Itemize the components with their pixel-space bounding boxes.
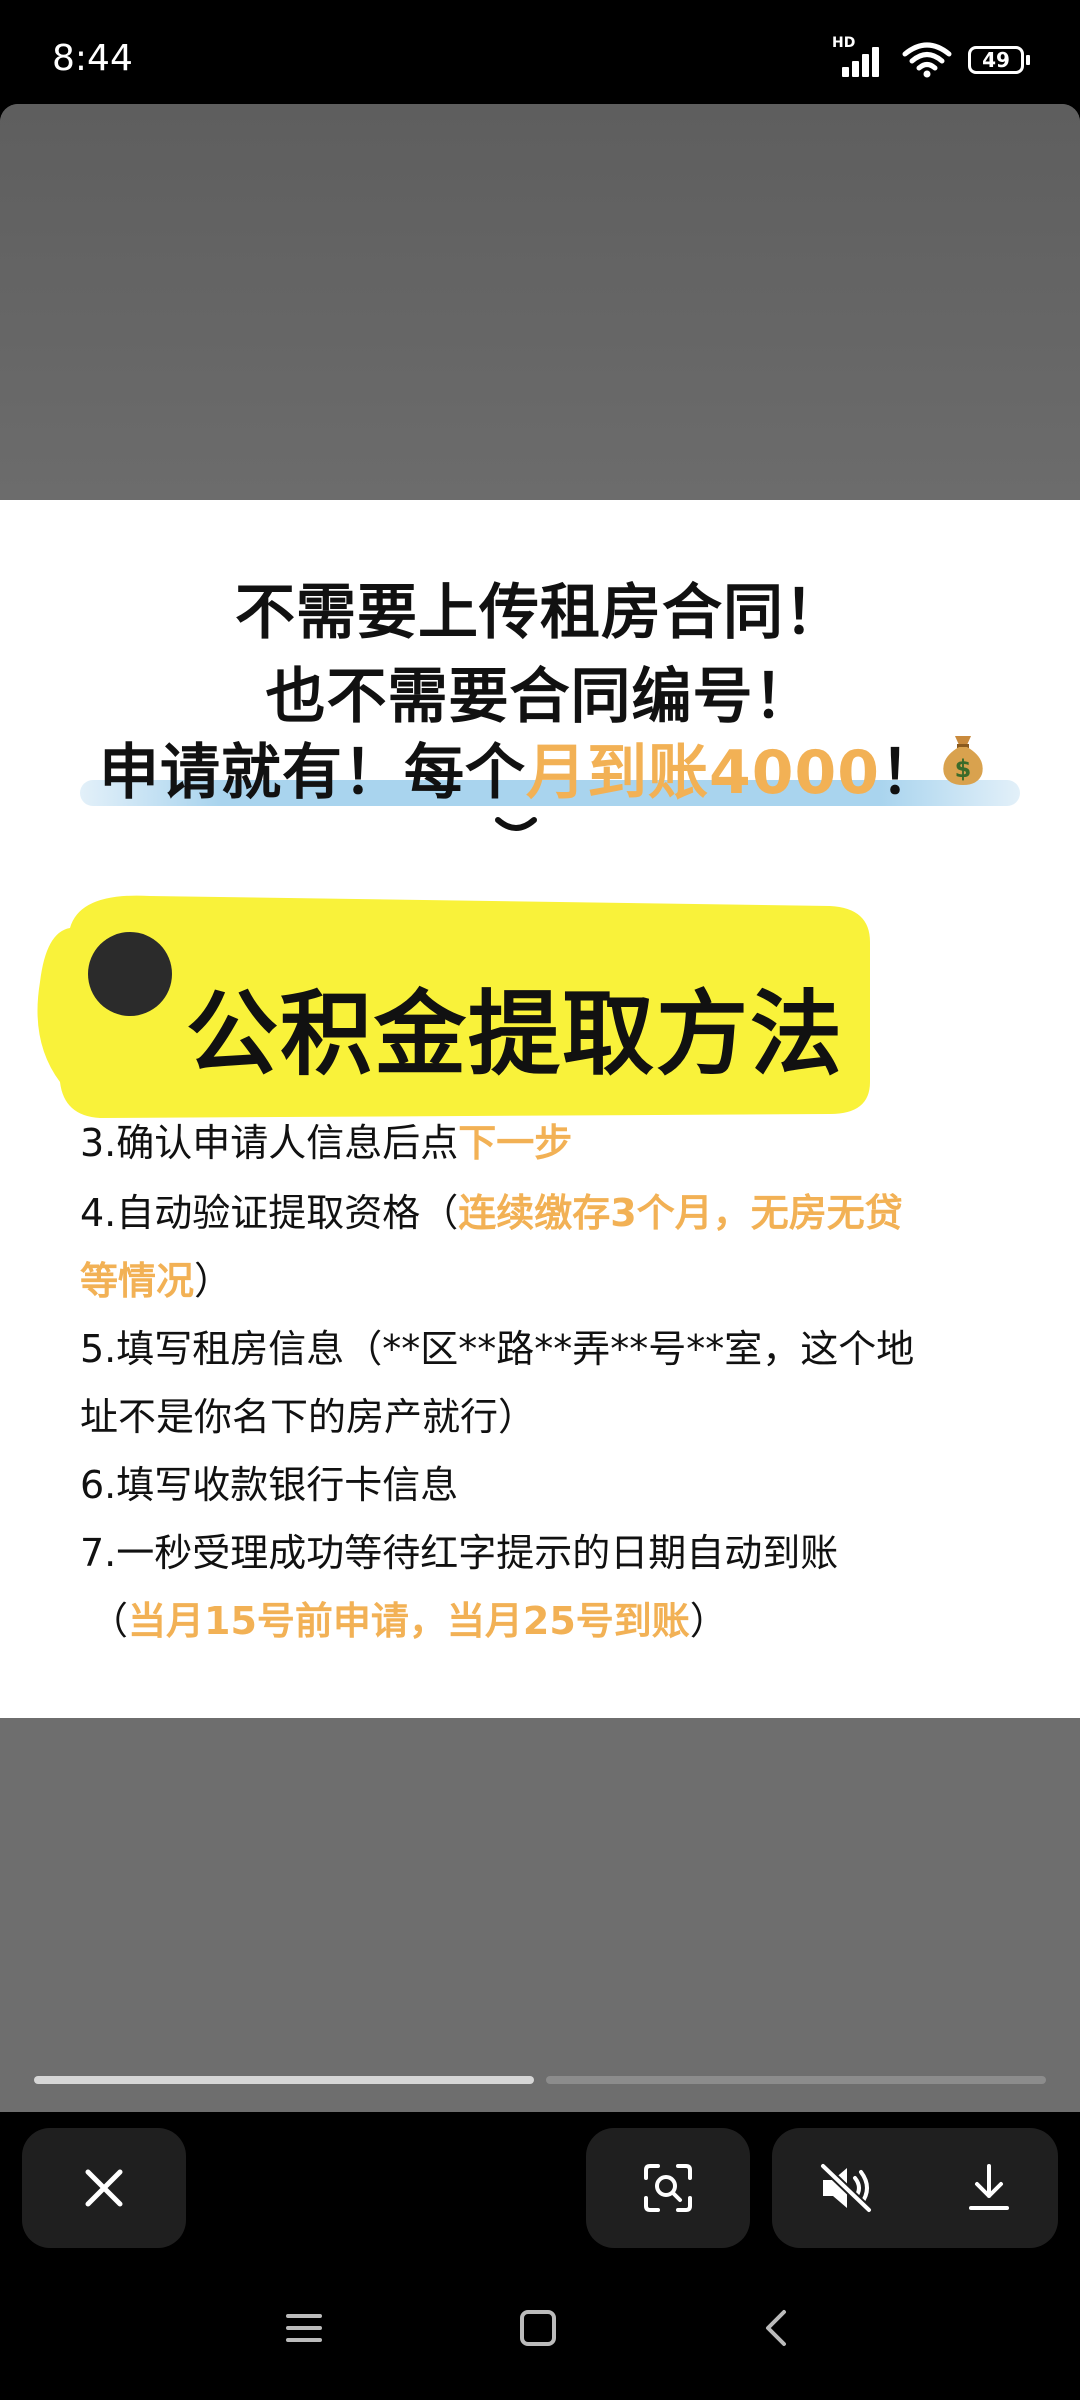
step-7-open: （ [90, 1599, 129, 1643]
step-5: 5.填写租房信息（**区**路**弄**号**室，这个地 [80, 1327, 915, 1371]
headline-line-1: 不需要上传租房合同！ [235, 578, 845, 648]
status-icons: HD 49 [832, 35, 1030, 78]
post-image[interactable]: 不需要上传租房合同！ 也不需要合同编号！ 申请就有！每个月到账4000！ $ 公… [0, 500, 1080, 1718]
step-7: 7.一秒受理成功等待红字提示的日期自动到账 [80, 1531, 839, 1575]
image-viewer[interactable]: 不需要上传租房合同！ 也不需要合同编号！ 申请就有！每个月到账4000！ $ 公… [0, 104, 1080, 2112]
step-4: 4.自动验证提取资格（连续缴存3个月，无房无贷 [80, 1182, 903, 1237]
headline-line-2: 也不需要合同编号！ [265, 662, 815, 732]
download-icon[interactable] [965, 2162, 1013, 2214]
step-4-text: 4.自动验证提取资格（ [80, 1191, 459, 1235]
status-bar: 8:44 HD 49 [0, 0, 1080, 104]
banner-title: 公积金提取方法 [186, 981, 845, 1088]
step-4-highlight: 连续缴存3个月，无房无贷 [458, 1191, 903, 1235]
status-time: 8:44 [52, 38, 133, 79]
network-badge: HD [832, 35, 856, 51]
step-6: 6.填写收款银行卡信息 [80, 1463, 459, 1507]
battery-level: 49 [982, 48, 1010, 72]
wifi-icon [902, 42, 952, 78]
headline-line-3: 申请就有！每个月到账4000！ [0, 724, 1080, 811]
step-3: 3.确认申请人信息后点下一步 [80, 1112, 572, 1167]
close-icon [85, 2169, 123, 2207]
image-search-button[interactable] [586, 2128, 750, 2248]
step-7-close: ） [689, 1599, 728, 1643]
system-nav-bar [0, 2254, 1080, 2400]
step-4-highlight-cont: 等情况 [80, 1259, 195, 1303]
battery-icon: 49 [968, 46, 1030, 74]
close-button[interactable] [22, 2128, 186, 2248]
media-controls [772, 2128, 1058, 2248]
step-3-text: 3.确认申请人信息后点 [80, 1121, 459, 1165]
chevron-down-icon [495, 817, 537, 831]
headline-3-amount: 月到账4000 [526, 738, 880, 808]
menu-icon[interactable] [284, 2308, 324, 2348]
progress-segment-2 [546, 2076, 1046, 2084]
progress-segment-1 [34, 2076, 534, 2084]
step-4-close: ） [194, 1259, 233, 1303]
viewer-toolbar [0, 2112, 1080, 2254]
step-7-cont: （当月15号前申请，当月25号到账） [90, 1590, 728, 1645]
step-3-highlight: 下一步 [458, 1121, 573, 1165]
svg-text:$: $ [955, 755, 972, 783]
step-7-highlight: 当月15号前申请，当月25号到账 [128, 1599, 690, 1643]
headline-3-text: 申请就有！每个 [99, 738, 526, 808]
image-search-icon [644, 2164, 692, 2212]
step-5-cont: 址不是你名下的房产就行） [80, 1395, 537, 1439]
back-icon[interactable] [756, 2308, 796, 2348]
signal-icon: HD [832, 35, 886, 77]
volume-muted-icon[interactable] [817, 2162, 875, 2214]
step-4-cont: 等情况） [80, 1250, 232, 1305]
viewer-background [0, 104, 1080, 500]
money-bag-icon: $ [943, 736, 983, 785]
headline-3-end: ！ [880, 738, 941, 808]
home-icon[interactable] [518, 2308, 558, 2348]
